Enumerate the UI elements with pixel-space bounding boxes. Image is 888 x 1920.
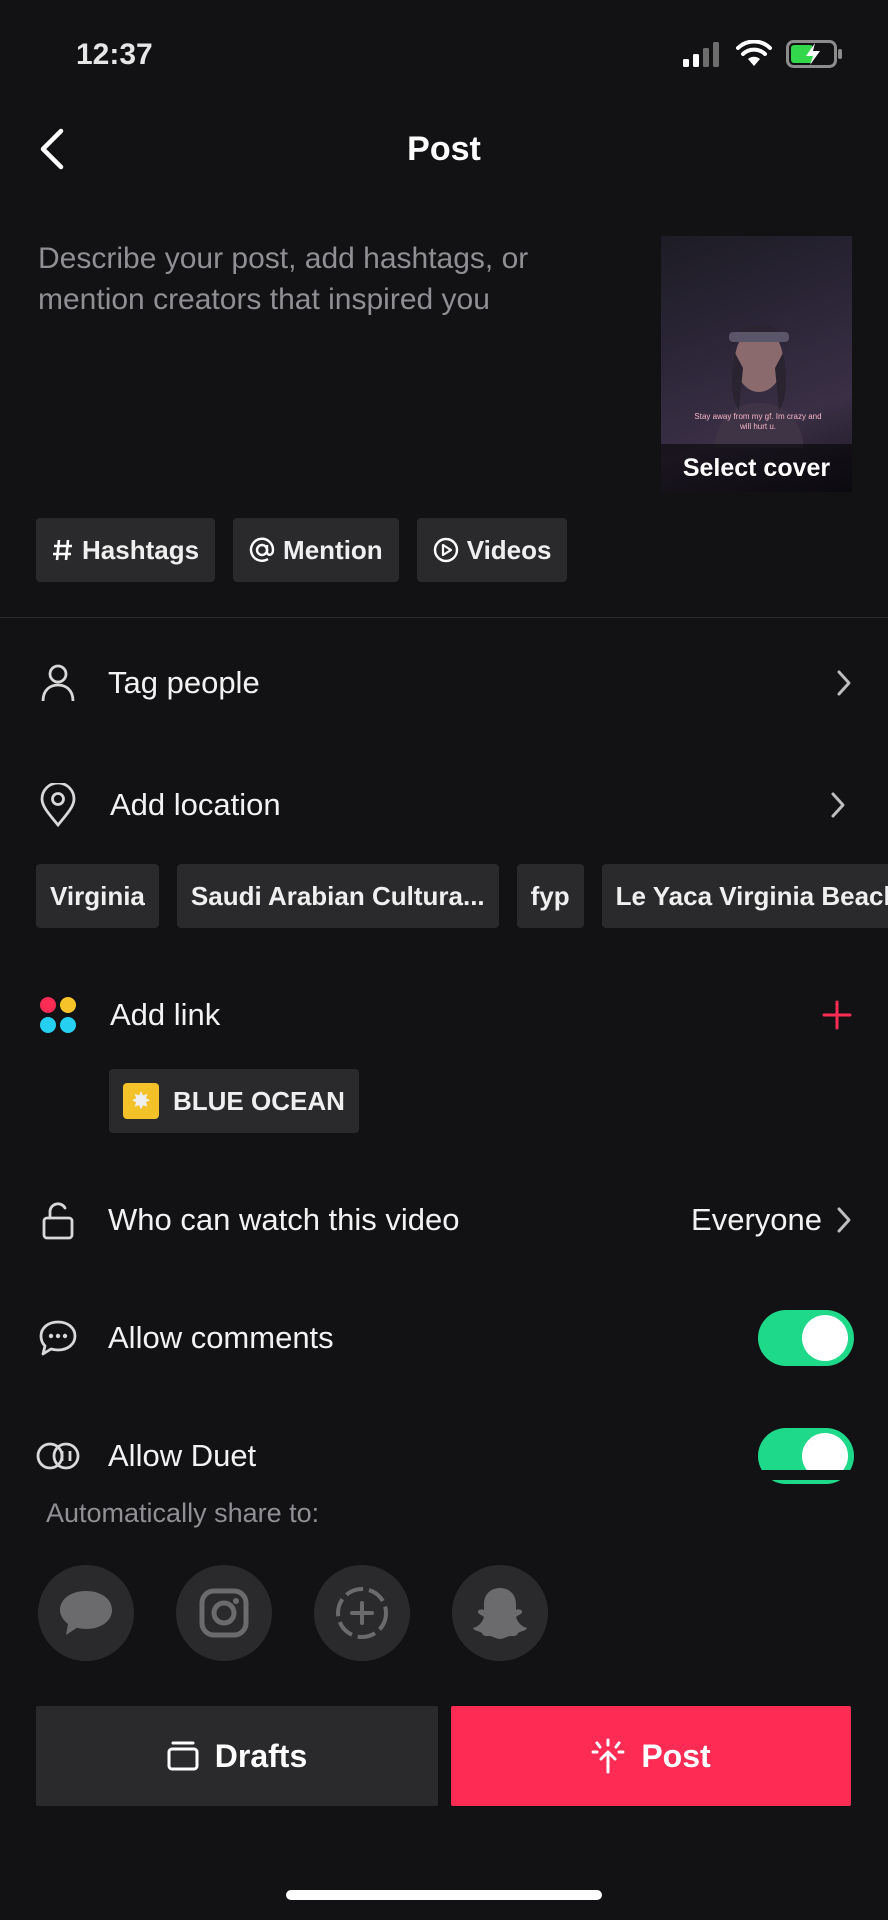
share-snapchat-button[interactable] [452,1565,548,1661]
add-link-row[interactable]: Add link [0,980,888,1050]
messages-icon [60,1591,112,1635]
hashtags-chip-label: Hashtags [82,534,200,565]
sparkle-icon: ✸ [123,1083,159,1119]
scroll-cutoff [0,1470,888,1480]
post-button[interactable]: Post [451,1706,851,1806]
plus-icon[interactable] [822,1000,852,1030]
status-icons [682,40,844,68]
allow-comments-toggle[interactable] [758,1310,854,1366]
cover-caption: Stay away from my gf. Im crazy and will … [694,412,822,431]
videos-chip-label: Videos [466,534,552,565]
status-time: 12:37 [76,38,153,71]
privacy-row[interactable]: Who can watch this video Everyone [0,1185,888,1255]
allow-duet-label: Allow Duet [108,1438,257,1473]
mention-chip-label: Mention [283,534,383,565]
tag-people-label: Tag people [108,665,260,700]
share-messages-button[interactable] [38,1565,134,1661]
privacy-label: Who can watch this video [108,1202,460,1237]
chevron-right-icon [831,792,845,818]
location-pin-icon [36,783,80,827]
unlock-icon [36,1198,80,1242]
post-button-label: Post [641,1737,711,1774]
post-sparkle-icon [591,1738,625,1774]
insert-chips: Hashtags Mention Videos [36,518,568,582]
chevron-right-icon [837,670,851,696]
add-link-dots-icon [36,993,80,1037]
mention-chip[interactable]: Mention [233,518,399,582]
home-indicator [286,1890,602,1900]
add-location-row[interactable]: Add location [0,770,888,840]
signal-icon [683,42,719,67]
hashtags-chip[interactable]: Hashtags [36,518,216,582]
share-story-button[interactable] [314,1565,410,1661]
location-suggestions: Virginia Saudi Arabian Cultura... fyp Le… [36,864,888,928]
person-icon [36,661,80,705]
battery-charging-icon [786,40,842,68]
toggle-knob [802,1315,848,1361]
story-icon [336,1587,388,1639]
select-cover-label: Select cover [661,444,852,492]
location-chip[interactable]: Le Yaca Virginia Beach [601,864,888,928]
share-label: Automatically share to: [46,1498,320,1528]
description-input[interactable]: Describe your post, add hashtags, or men… [38,238,618,320]
allow-comments-label: Allow comments [108,1320,334,1355]
status-bar: 12:37 [0,0,888,100]
comment-icon [36,1316,80,1360]
drafts-button[interactable]: Drafts [36,1706,438,1806]
location-chip[interactable]: fyp [516,864,584,928]
instagram-icon [199,1588,249,1638]
hash-icon [53,539,72,561]
allow-duet-row: Allow Duet [0,1421,888,1491]
snapchat-icon [473,1588,527,1639]
location-chip[interactable]: Virginia [36,864,159,928]
link-chip[interactable]: ✸ BLUE OCEAN [109,1069,359,1133]
add-location-label: Add location [110,787,281,822]
tag-people-row[interactable]: Tag people [0,648,888,718]
share-instagram-button[interactable] [176,1565,272,1661]
at-icon [249,537,275,562]
header: Post [0,110,888,190]
page-title: Post [407,130,481,168]
drafts-icon [167,1741,199,1771]
link-chip-label: BLUE OCEAN [173,1085,345,1116]
add-link-label: Add link [110,997,221,1032]
allow-comments-row: Allow comments [0,1303,888,1373]
share-targets [38,1565,548,1661]
privacy-value: Everyone [691,1202,822,1237]
wifi-icon [736,40,772,66]
location-chip[interactable]: Saudi Arabian Cultura... [176,864,499,928]
videos-chip[interactable]: Videos [416,518,568,582]
play-circle-icon [433,537,458,563]
cover-thumbnail[interactable]: Stay away from my gf. Im crazy and will … [661,236,852,492]
chevron-right-icon [837,1207,851,1233]
divider [0,617,888,618]
drafts-button-label: Drafts [214,1737,308,1774]
